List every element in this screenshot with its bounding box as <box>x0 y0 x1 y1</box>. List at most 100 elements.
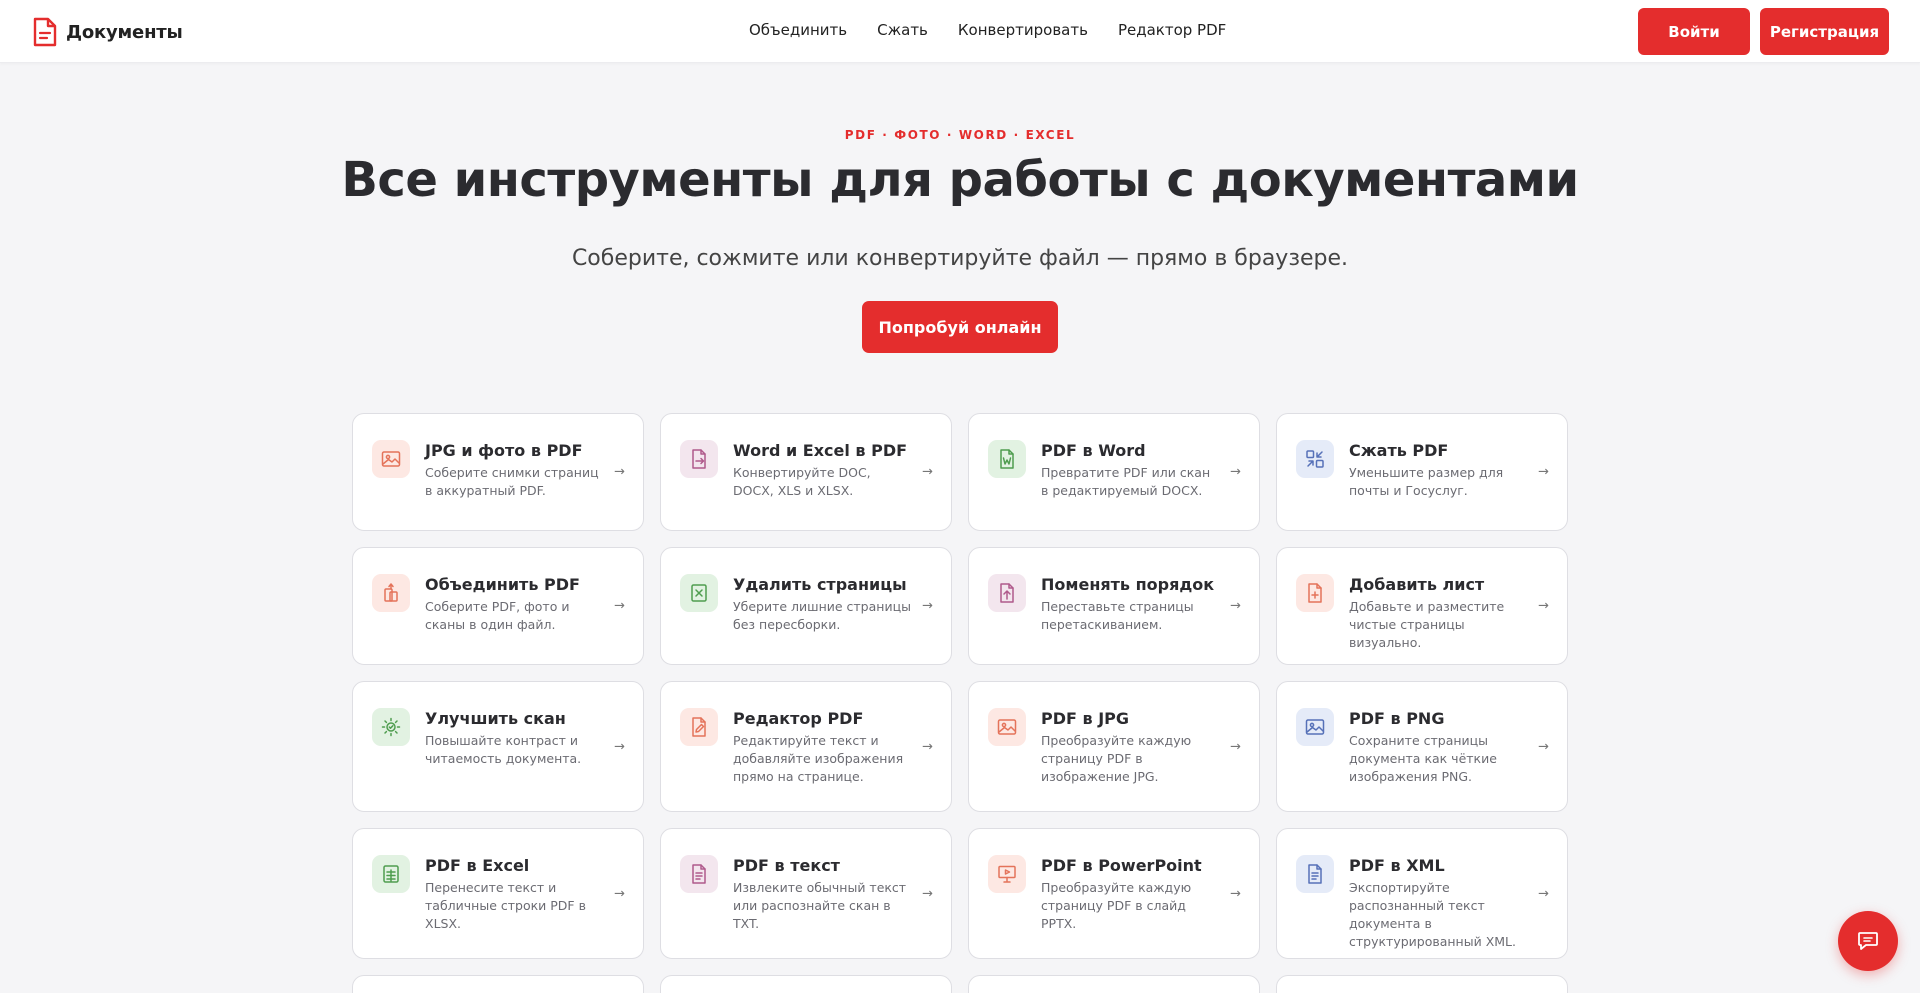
tool-card-description: Редактируйте текст и добавляйте изображе… <box>733 733 904 784</box>
tool-card[interactable]: PDF в JPG Преобразуйте каждую страницу PD… <box>968 681 1260 812</box>
tool-card-description: Добавьте и разместите чистые страницы ви… <box>1349 599 1505 650</box>
tool-card-text: PDF в JPG Преобразуйте каждую страницу PD… <box>1041 709 1221 786</box>
login-button[interactable]: Войти <box>1638 8 1750 55</box>
tool-card-text: Добавить лист Добавьте и разместите чисты… <box>1349 575 1529 652</box>
tool-card-title: PDF в Excel <box>425 856 530 875</box>
tool-card-text: Word и Excel в PDF Конвертируйте DOC, DOC… <box>733 441 913 500</box>
image-icon <box>988 708 1026 746</box>
tool-card[interactable]: Добавить лист Добавьте и разместите чисты… <box>1276 547 1568 665</box>
arrow-right-icon: → <box>1230 886 1241 901</box>
tool-card-text: Редактор PDF Редактируйте текст и добавля… <box>733 709 913 786</box>
top-header: Документы Объединить Сжать Конвертироват… <box>0 0 1920 63</box>
tool-card-description: Конвертируйте DOC, DOCX, XLS и XLSX. <box>733 465 871 498</box>
tool-card-title: PDF в XML <box>1349 856 1445 875</box>
tool-card-text: PDF в текст Извлеките обычный текст или р… <box>733 856 913 933</box>
tool-card[interactable]: Улучшить скан Повышайте контраст и читаем… <box>352 681 644 812</box>
tool-card-description: Сохраните страницы документа как чёткие … <box>1349 733 1497 784</box>
tools-grid: JPG и фото в PDF Соберите снимки страниц … <box>352 413 1568 993</box>
tool-card-description: Экспортируйте распознанный текст докумен… <box>1349 880 1516 949</box>
tool-card-description: Повышайте контраст и читаемость документ… <box>425 733 582 766</box>
tool-card[interactable]: Удалить страницы Уберите лишние страницы … <box>660 547 952 665</box>
tool-card-title: PDF в текст <box>733 856 840 875</box>
tool-card[interactable]: PDF в PNG Сохраните страницы документа ка… <box>1276 681 1568 812</box>
tool-card-title: Редактор PDF <box>733 709 864 728</box>
arrow-right-icon: → <box>1538 464 1549 480</box>
tool-card-description: Преобразуйте каждую страницу PDF в изобр… <box>1041 733 1192 784</box>
image-icon <box>1296 708 1334 746</box>
chat-button[interactable] <box>1838 911 1898 971</box>
arrow-right-icon: → <box>1538 886 1549 901</box>
delete-page-icon <box>680 574 718 612</box>
tool-card[interactable]: PDF в EPUB <box>660 975 952 993</box>
tool-card[interactable]: PDF в Excel Перенесите текст и табличные … <box>352 828 644 959</box>
arrow-right-icon: → <box>1538 739 1549 754</box>
arrow-right-icon: → <box>1538 598 1549 614</box>
tool-card[interactable]: Поменять порядок Переставьте страницы пер… <box>968 547 1260 665</box>
main-nav: Объединить Сжать Конвертировать Редактор… <box>749 21 1256 39</box>
word-icon <box>988 440 1026 478</box>
tool-card-title: PDF в Word <box>1041 441 1146 460</box>
tool-card[interactable]: PDF в HTML <box>352 975 644 993</box>
tool-card-text: JPG и фото в PDF Соберите снимки страниц … <box>425 441 605 500</box>
tool-card[interactable]: PDF в XML Экспортируйте распознанный текс… <box>1276 828 1568 959</box>
add-page-icon <box>1296 574 1334 612</box>
tool-card[interactable]: Сжать PDF Уменьшите размер для почты и Го… <box>1276 413 1568 531</box>
tool-card-title: Улучшить скан <box>425 709 566 728</box>
tool-card-text: PDF в XML Экспортируйте распознанный текс… <box>1349 856 1529 951</box>
hero-subtitle: Соберите, сожмите или конвертируйте файл… <box>571 246 1349 271</box>
nav-pdf-editor[interactable]: Редактор PDF <box>1118 21 1226 39</box>
arrow-right-icon: → <box>922 886 933 901</box>
tool-card-title: PDF в JPG <box>1041 709 1130 728</box>
tool-card-text: Объединить PDF Соберите PDF, фото и сканы… <box>425 575 605 634</box>
try-online-button[interactable]: Попробуй онлайн <box>862 301 1058 353</box>
arrow-right-icon: → <box>1230 739 1241 754</box>
tool-card-description: Превратите PDF или скан в редактируемый … <box>1041 465 1211 498</box>
chat-icon <box>1858 932 1878 950</box>
tool-card[interactable]: PDF в FB2 <box>968 975 1260 993</box>
tool-card-text: Поменять порядок Переставьте страницы пер… <box>1041 575 1221 634</box>
tool-card-text: PDF в Word Превратите PDF или скан в реда… <box>1041 441 1221 500</box>
tool-card-description: Уберите лишние страницы без пересборки. <box>733 599 911 632</box>
tool-card[interactable]: Word и Excel в PDF Конвертируйте DOC, DOC… <box>660 413 952 531</box>
tool-card-text: Сжать PDF Уменьшите размер для почты и Го… <box>1349 441 1529 500</box>
tool-card-description: Преобразуйте каждую страницу PDF в слайд… <box>1041 880 1192 931</box>
tool-card-description: Переставьте страницы перетаскиванием. <box>1041 599 1194 632</box>
tool-card[interactable]: Объединить PDF Соберите PDF, фото и сканы… <box>352 547 644 665</box>
image-icon <box>372 440 410 478</box>
nav-compress[interactable]: Сжать <box>877 21 928 39</box>
tool-card-title: Удалить страницы <box>733 575 907 594</box>
tool-card[interactable]: Редактор PDF Редактируйте текст и добавля… <box>660 681 952 812</box>
arrow-right-icon: → <box>614 739 625 754</box>
merge-icon <box>372 574 410 612</box>
arrow-right-icon: → <box>614 886 625 901</box>
arrow-right-icon: → <box>614 598 625 614</box>
compress-icon <box>1296 440 1334 478</box>
edit-icon <box>680 708 718 746</box>
tool-card[interactable]: PDF в PowerPoint Преобразуйте каждую стра… <box>968 828 1260 959</box>
tool-card[interactable] <box>1276 975 1568 993</box>
tool-card-title: PDF в PowerPoint <box>1041 856 1202 875</box>
arrow-right-icon: → <box>922 464 933 480</box>
nav-merge[interactable]: Объединить <box>749 21 847 39</box>
document-arrow-icon <box>680 440 718 478</box>
tool-card-description: Извлеките обычный текст или распознайте … <box>733 880 907 931</box>
arrow-right-icon: → <box>922 739 933 754</box>
logo[interactable]: Документы <box>32 17 183 47</box>
hero-eyebrow: PDF · ФОТО · WORD · EXCEL <box>844 128 1076 142</box>
tool-card-title: Сжать PDF <box>1349 441 1449 460</box>
arrow-right-icon: → <box>1230 464 1241 480</box>
text-file-icon <box>680 855 718 893</box>
xml-file-icon <box>1296 855 1334 893</box>
tool-card-title: Добавить лист <box>1349 575 1485 594</box>
tool-card-title: Поменять порядок <box>1041 575 1215 594</box>
tool-card-title: JPG и фото в PDF <box>425 441 583 460</box>
tool-card[interactable]: PDF в текст Извлеките обычный текст или р… <box>660 828 952 959</box>
tool-card-title: PDF в PNG <box>1349 709 1445 728</box>
register-button[interactable]: Регистрация <box>1760 8 1889 55</box>
tool-card[interactable]: PDF в Word Превратите PDF или скан в реда… <box>968 413 1260 531</box>
spreadsheet-icon <box>372 855 410 893</box>
nav-convert[interactable]: Конвертировать <box>958 21 1088 39</box>
tool-card[interactable]: JPG и фото в PDF Соберите снимки страниц … <box>352 413 644 531</box>
tool-card-description: Соберите PDF, фото и сканы в один файл. <box>425 599 570 632</box>
tool-card-title: Объединить PDF <box>425 575 580 594</box>
